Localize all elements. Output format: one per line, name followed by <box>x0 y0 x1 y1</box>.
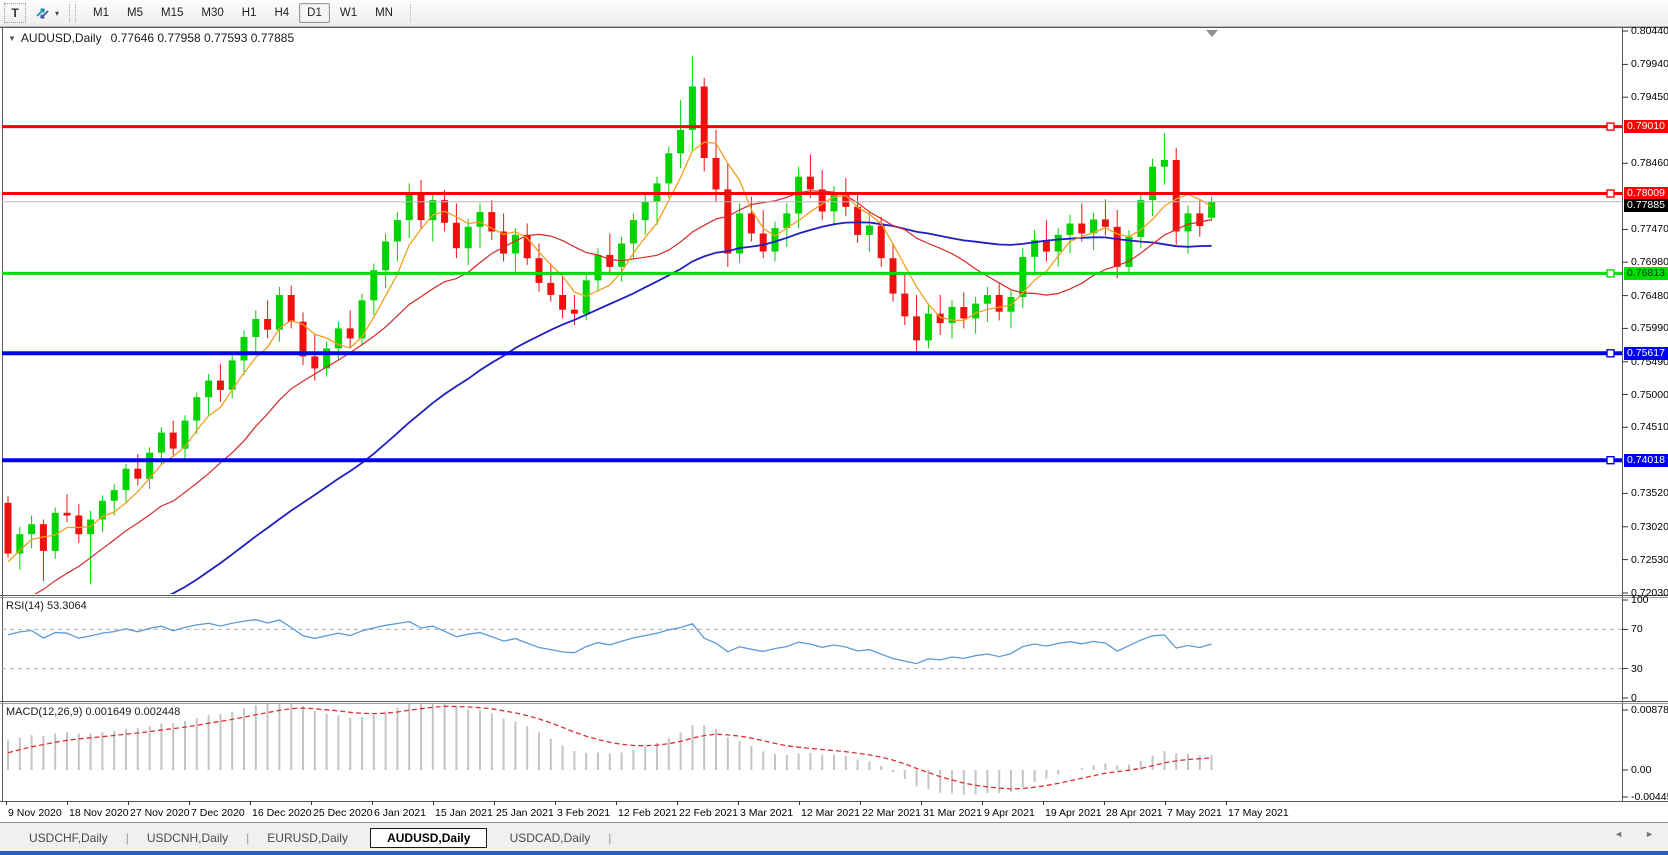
price-tick-label: 0.75990 <box>1631 322 1668 334</box>
tab-usdcnh[interactable]: USDCNH,Daily <box>130 828 245 848</box>
chart-area: ▼ AUDUSD,Daily 0.77646 0.77958 0.77593 0.7… <box>0 25 1668 855</box>
price-tick-label: 0.75000 <box>1631 389 1668 401</box>
price-tick-label: 0.79450 <box>1631 91 1668 103</box>
date-label: 7 May 2021 <box>1167 807 1222 819</box>
ma-slow-line[interactable] <box>8 221 1212 653</box>
date-label: 25 Dec 2020 <box>313 807 373 819</box>
rsi-tick-label: 30 <box>1631 663 1643 675</box>
date-label: 7 Dec 2020 <box>191 807 245 819</box>
macd-histogram <box>7 704 1213 795</box>
price-tick-label: 0.77470 <box>1631 223 1668 235</box>
timeframe-button-w1[interactable]: W1 <box>332 3 365 23</box>
date-label: 9 Apr 2021 <box>984 807 1035 819</box>
date-label: 31 Mar 2021 <box>923 807 982 819</box>
date-label: 3 Feb 2021 <box>557 807 611 819</box>
toolbar-separator <box>409 4 412 22</box>
macd-tick-label: -0.00445 <box>1631 791 1668 803</box>
tab-usdcad[interactable]: USDCAD,Daily <box>493 828 608 848</box>
timeframe-button-m30[interactable]: M30 <box>193 3 231 23</box>
collapse-triangle-icon[interactable]: ▼ <box>8 34 16 43</box>
macd-label: MACD(12,26,9) 0.001649 0.002448 <box>6 706 181 718</box>
terminal-window: T ▾ M1 M5 M15 M30 H1 H4 D1 W1 MN ▼ AUDUSD,Daily 0.… <box>0 0 1668 855</box>
date-label: 17 May 2021 <box>1228 807 1289 819</box>
level-price-label: 0.79010 <box>1624 120 1668 133</box>
timeframe-button-h4[interactable]: H4 <box>266 3 297 23</box>
tab-scroll-left-button[interactable]: ◄ <box>1614 829 1623 839</box>
tab-eurusd[interactable]: EURUSD,Daily <box>250 828 365 848</box>
tab-audusd[interactable]: AUDUSD,Daily <box>370 828 488 848</box>
tab-separator: | <box>246 830 250 845</box>
rsi-line[interactable] <box>7 619 1212 665</box>
chart-title-symbol: AUDUSD,Daily <box>20 31 102 45</box>
date-label: 16 Dec 2020 <box>252 807 312 819</box>
resistance-line-0.79010[interactable] <box>0 122 1622 131</box>
timeframe-button-mn[interactable]: MN <box>367 3 401 23</box>
tab-usdchf[interactable]: USDCHF,Daily <box>12 828 125 848</box>
macd-tick-label: 0.00 <box>1631 764 1652 776</box>
chart-canvas[interactable] <box>0 27 1668 855</box>
tab-separator: | <box>608 830 612 845</box>
price-tick-label: 0.73020 <box>1631 521 1668 533</box>
timeframe-button-m15[interactable]: M15 <box>153 3 191 23</box>
macd-signal-line[interactable] <box>7 705 1212 790</box>
tab-scroll-right-button[interactable]: ► <box>1645 829 1654 839</box>
date-label: 18 Nov 2020 <box>69 807 129 819</box>
rsi-tick-label: 70 <box>1631 623 1643 635</box>
level-price-label: 0.76813 <box>1624 267 1668 280</box>
date-label: 12 Feb 2021 <box>618 807 677 819</box>
bottom-strip <box>0 851 1668 855</box>
macd-tick-label: 0.008782 <box>1631 704 1668 716</box>
tab-scroll-arrows: ◄ ► <box>1614 829 1654 839</box>
price-tick-label: 0.74510 <box>1631 421 1668 433</box>
rsi-tick-label: 0 <box>1631 692 1637 704</box>
symbol-tab-bar: USDCHF,Daily|USDCNH,Daily|EURUSD,Daily|A… <box>0 822 1668 852</box>
sort-arrows-icon <box>36 8 49 19</box>
price-tick-label: 0.72530 <box>1631 554 1668 566</box>
text-tool-button[interactable]: T <box>4 3 26 23</box>
level-price-label: 0.74018 <box>1624 454 1668 467</box>
date-label: 15 Jan 2021 <box>435 807 493 819</box>
toolbar-grip[interactable] <box>69 4 77 22</box>
tab-group: USDCHF,Daily|USDCNH,Daily|EURUSD,Daily|A… <box>12 827 612 848</box>
date-label: 27 Nov 2020 <box>130 807 190 819</box>
price-tick-label: 0.73520 <box>1631 487 1668 499</box>
date-label: 19 Apr 2021 <box>1045 807 1102 819</box>
chart-title: ▼ AUDUSD,Daily 0.77646 0.77958 0.77593 0.7… <box>8 31 294 45</box>
price-tick-label: 0.76480 <box>1631 290 1668 302</box>
current-price-label: 0.77885 <box>1624 199 1668 212</box>
date-label: 22 Feb 2021 <box>679 807 738 819</box>
date-label: 6 Jan 2021 <box>374 807 426 819</box>
price-scale[interactable] <box>1623 27 1668 801</box>
support-line-0.76813[interactable] <box>0 269 1622 278</box>
timeframe-button-m5[interactable]: M5 <box>119 3 151 23</box>
date-label: 9 Nov 2020 <box>8 807 62 819</box>
price-tick-label: 0.79940 <box>1631 58 1668 70</box>
toolbar: T ▾ M1 M5 M15 M30 H1 H4 D1 W1 MN <box>0 0 1668 27</box>
rsi-label: RSI(14) 53.3064 <box>6 600 87 612</box>
chart-shift-marker-icon[interactable] <box>1206 30 1218 37</box>
date-label: 3 Mar 2021 <box>740 807 794 819</box>
date-label: 22 Mar 2021 <box>862 807 921 819</box>
price-tick-label: 0.80440 <box>1631 25 1668 37</box>
rsi-tick-label: 100 <box>1631 594 1649 606</box>
level-price-label: 0.75617 <box>1624 347 1668 360</box>
candles-layer <box>4 55 1216 585</box>
tab-separator: | <box>125 830 129 845</box>
chart-title-ohlc: 0.77646 0.77958 0.77593 0.77885 <box>110 31 295 45</box>
timeframe-button-h1[interactable]: H1 <box>234 3 265 23</box>
date-label: 12 Mar 2021 <box>801 807 860 819</box>
chevron-down-icon: ▾ <box>55 8 60 18</box>
date-label: 25 Jan 2021 <box>496 807 554 819</box>
timeframe-button-d1[interactable]: D1 <box>299 3 330 23</box>
date-label: 28 Apr 2021 <box>1106 807 1163 819</box>
price-tick-label: 0.78460 <box>1631 157 1668 169</box>
timeframe-group: M1 M5 M15 M30 H1 H4 D1 W1 MN <box>84 3 402 23</box>
timeframe-button-m1[interactable]: M1 <box>85 3 117 23</box>
chart-tools-button[interactable]: ▾ <box>34 5 59 21</box>
support-line-0.74018[interactable] <box>0 456 1622 465</box>
